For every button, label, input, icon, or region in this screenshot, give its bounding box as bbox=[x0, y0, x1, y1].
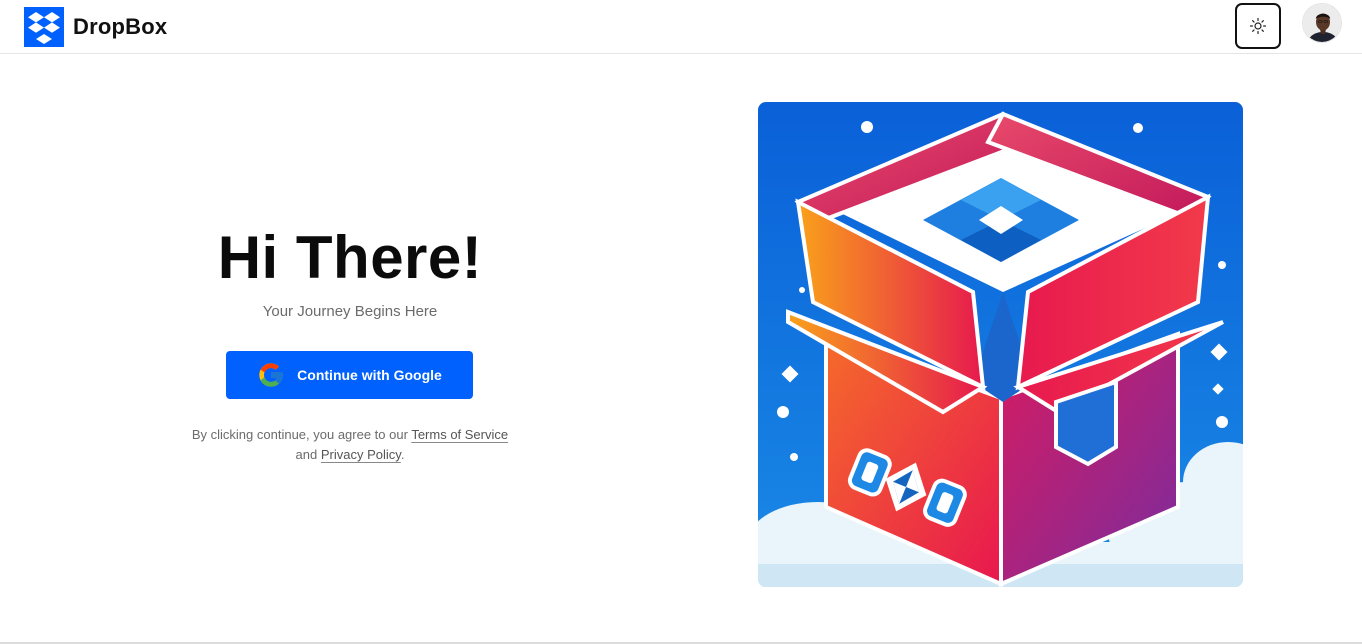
privacy-policy-link[interactable]: Privacy Policy bbox=[321, 447, 401, 462]
legal-notice: By clicking continue, you agree to our T… bbox=[150, 425, 550, 465]
theme-toggle-button[interactable] bbox=[1235, 3, 1281, 49]
brand-home-link[interactable]: DropBox bbox=[24, 7, 167, 47]
brand-name: DropBox bbox=[73, 14, 168, 39]
dropbox-logo-icon bbox=[24, 7, 64, 47]
legal-suffix: . bbox=[400, 447, 405, 462]
navbar: DropBox bbox=[0, 0, 1362, 54]
continue-with-google-button[interactable]: Continue with Google bbox=[226, 351, 473, 399]
legal-and: and bbox=[295, 447, 321, 462]
sun-icon bbox=[1249, 17, 1267, 35]
dropbox-box-illustration bbox=[758, 102, 1243, 587]
legal-prefix: By clicking continue, you agree to our bbox=[191, 427, 412, 442]
page-title: Hi There! bbox=[217, 224, 483, 291]
terms-of-service-link[interactable]: Terms of Service bbox=[411, 427, 508, 442]
user-avatar[interactable] bbox=[1302, 3, 1342, 43]
google-g-icon bbox=[259, 363, 283, 387]
avatar-photo bbox=[1303, 4, 1341, 42]
google-button-label: Continue with Google bbox=[297, 367, 442, 383]
page-subtitle: Your Journey Begins Here bbox=[262, 303, 438, 320]
